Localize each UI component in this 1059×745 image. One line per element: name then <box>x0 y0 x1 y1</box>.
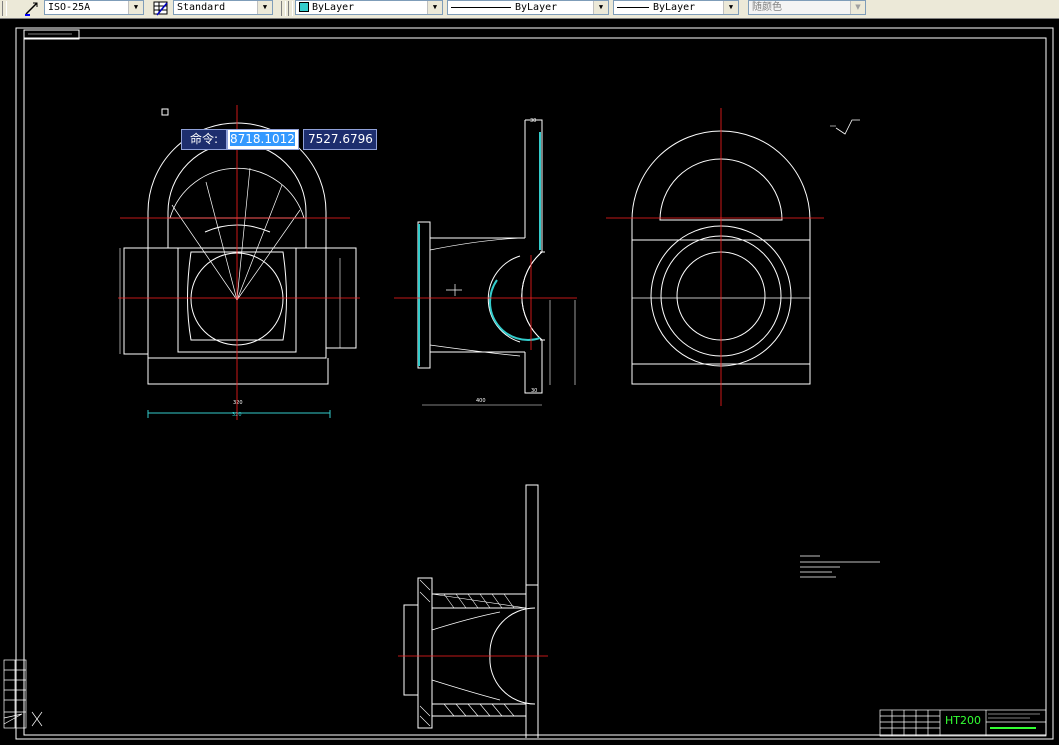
dimension-style-dropdown[interactable]: ISO-25A ▼ <box>44 0 144 15</box>
plot-style-dropdown[interactable]: 随颜色 ▼ <box>748 0 866 15</box>
linetype-value: ByLayer <box>515 2 558 13</box>
linetype-dropdown[interactable]: ByLayer ▼ <box>447 0 609 15</box>
properties-toolbar: ISO-25A ▼ Standard ▼ ByLayer ▼ ByLayer ▼… <box>0 0 1059 19</box>
svg-text:400: 400 <box>476 398 486 404</box>
front-view-centerlines <box>118 105 360 420</box>
toolbar-separator <box>2 1 7 16</box>
x-coordinate-value: 8718.1012 <box>230 132 295 146</box>
side-view-centerlines <box>394 255 577 350</box>
chevron-down-icon[interactable]: ▼ <box>850 1 865 14</box>
y-coordinate-input[interactable]: 7527.6796 <box>303 129 377 150</box>
plot-style-value: 随颜色 <box>752 2 782 13</box>
lineweight-dropdown[interactable]: ByLayer ▼ <box>613 0 739 15</box>
revision-table <box>3 659 43 729</box>
x-coordinate-input[interactable]: 8718.1012 <box>227 129 299 150</box>
front-view: 320 320 <box>119 122 357 418</box>
top-view <box>631 119 860 385</box>
dimension-style-icon[interactable] <box>24 0 40 16</box>
drawing-canvas[interactable]: 320 320 400 30 30 <box>0 18 1059 745</box>
svg-text:30: 30 <box>531 388 537 394</box>
chevron-down-icon[interactable]: ▼ <box>723 1 738 14</box>
lineweight-preview-icon <box>617 6 649 8</box>
chevron-down-icon[interactable]: ▼ <box>427 1 442 14</box>
top-view-centerlines <box>606 108 824 406</box>
chevron-down-icon[interactable]: ▼ <box>593 1 608 14</box>
color-swatch-icon <box>299 2 309 12</box>
grip-square[interactable] <box>161 108 169 116</box>
section-view <box>403 484 539 738</box>
table-style-dropdown[interactable]: Standard ▼ <box>173 0 273 15</box>
chevron-down-icon[interactable]: ▼ <box>257 1 272 14</box>
svg-text:30: 30 <box>530 118 536 124</box>
svg-text:320: 320 <box>233 400 243 406</box>
chevron-down-icon[interactable]: ▼ <box>128 1 143 14</box>
color-dropdown[interactable]: ByLayer ▼ <box>295 0 443 15</box>
color-value: ByLayer <box>312 2 355 13</box>
lineweight-value: ByLayer <box>653 2 696 13</box>
toolbar-separator <box>288 1 293 16</box>
dimension-style-value: ISO-25A <box>48 2 91 13</box>
linetype-preview-icon <box>451 6 511 8</box>
technical-notes <box>800 555 880 578</box>
toolbar-separator <box>281 1 286 16</box>
table-style-icon[interactable] <box>153 0 169 16</box>
command-prompt-label: 命令: <box>181 129 228 150</box>
side-view: 400 30 30 <box>417 118 576 406</box>
table-style-value: Standard <box>177 2 226 13</box>
drawing-frame <box>23 37 1047 736</box>
material-label: HT200 <box>945 714 981 727</box>
